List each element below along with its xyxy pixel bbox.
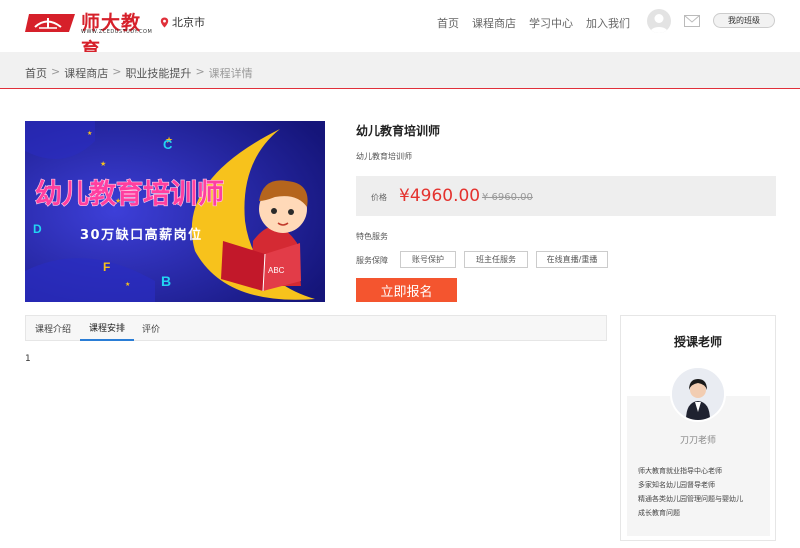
breadcrumb-separator: > xyxy=(51,65,61,78)
nav-item-home[interactable]: 首页 xyxy=(437,15,459,31)
breadcrumb-current: 课程详情 xyxy=(208,67,253,80)
user-avatar-icon[interactable] xyxy=(647,9,671,33)
city-selector[interactable]: 北京市 xyxy=(160,14,205,30)
star-icon: ★ xyxy=(87,130,92,137)
banner-illustration: ★ ★ ★ ★ ★ ★ C D F B ABC 幼儿教育培训师 30万缺口高薪岗… xyxy=(25,121,325,302)
guarantee-label: 服务保障 xyxy=(356,256,388,265)
book-letters: ABC xyxy=(268,266,285,275)
tag-head-teacher-service: 班主任服务 xyxy=(464,251,528,268)
star-icon: ★ xyxy=(100,160,106,168)
price-box: 价格 ¥4960.00 ¥ 6960.00 xyxy=(356,176,776,216)
breadcrumb-bar: 首页 > 课程商店 > 职业技能提升 > 课程详情 xyxy=(0,52,800,89)
signup-button[interactable]: 立即报名 xyxy=(356,278,457,302)
breadcrumb-separator: > xyxy=(195,65,205,78)
letter-c: C xyxy=(163,137,173,152)
location-pin-icon xyxy=(160,17,169,27)
mail-icon[interactable] xyxy=(684,15,700,27)
teacher-portrait-icon xyxy=(672,368,724,420)
nav-item-join-us[interactable]: 加入我们 xyxy=(586,15,630,31)
tab-content: 1 xyxy=(25,354,31,364)
star-icon: ★ xyxy=(225,186,230,193)
teacher-desc-line: 多家知名幼儿园督导老师 xyxy=(638,481,715,489)
teacher-name: 刀刀老师 xyxy=(679,436,716,446)
breadcrumb: 首页 > 课程商店 > 职业技能提升 > 课程详情 xyxy=(25,65,253,81)
star-icon: ★ xyxy=(125,281,130,288)
teacher-photo xyxy=(670,366,726,422)
course-tabs: 课程介绍 课程安排 评价 xyxy=(25,315,607,341)
tab-reviews[interactable]: 评价 xyxy=(134,316,168,341)
original-price: ¥ 6960.00 xyxy=(482,192,533,203)
logo-mark-icon xyxy=(25,14,75,32)
breadcrumb-vocational-skills[interactable]: 职业技能提升 xyxy=(125,65,191,81)
letter-f: F xyxy=(103,260,110,274)
teacher-card: 授课老师 刀刀老师 师大教育就业指导中心老师 多家知名幼儿园督导老师 精通各类幼… xyxy=(620,315,776,541)
logo-url: WWW.ZCEDUSTUDY.COM xyxy=(81,29,153,35)
site-header: 师大教育 WWW.ZCEDUSTUDY.COM 北京市 首页 课程商店 学习中心… xyxy=(0,0,800,61)
breadcrumb-home[interactable]: 首页 xyxy=(25,65,47,81)
main-nav: 首页 课程商店 学习中心 加入我们 xyxy=(437,15,630,31)
banner-title: 幼儿教育培训师 xyxy=(35,178,224,210)
site-logo[interactable]: 师大教育 WWW.ZCEDUSTUDY.COM xyxy=(25,10,155,61)
tag-live-replay: 在线直播/重播 xyxy=(536,251,608,268)
tag-account-protection: 账号保护 xyxy=(400,251,456,268)
course-banner-image: ★ ★ ★ ★ ★ ★ C D F B ABC 幼儿教育培训师 30万缺口高薪岗… xyxy=(25,121,325,302)
tab-course-schedule[interactable]: 课程安排 xyxy=(80,316,134,341)
course-title: 幼儿教育培训师 xyxy=(356,124,441,138)
course-subtitle: 幼儿教育培训师 xyxy=(356,152,412,161)
teacher-description: 师大教育就业指导中心老师 多家知名幼儿园督导老师 精通各类幼儿园管理问题与婴幼儿… xyxy=(638,464,766,520)
letter-d: D xyxy=(33,222,42,236)
teacher-heading: 授课老师 xyxy=(673,335,722,349)
breadcrumb-course-store[interactable]: 课程商店 xyxy=(64,65,108,81)
current-price: ¥4960.00 xyxy=(399,186,481,206)
banner-subtitle: 30万缺口高薪岗位 xyxy=(80,227,203,243)
tab-course-intro[interactable]: 课程介绍 xyxy=(26,316,80,341)
price-label: 价格 xyxy=(371,193,387,202)
nav-item-course-store[interactable]: 课程商店 xyxy=(472,15,516,31)
teacher-desc-line: 精通各类幼儿园管理问题与婴幼儿 xyxy=(638,495,743,503)
teacher-desc-line: 师大教育就业指导中心老师 xyxy=(638,467,722,475)
features-label: 特色服务 xyxy=(356,232,388,241)
letter-b: B xyxy=(161,273,171,289)
my-class-button[interactable]: 我的班级 xyxy=(713,13,775,28)
teacher-desc-line: 成长教育问题 xyxy=(638,509,680,517)
city-label: 北京市 xyxy=(172,16,205,29)
breadcrumb-separator: > xyxy=(112,65,122,78)
avatar-silhouette-icon xyxy=(650,14,668,33)
nav-item-learning-center[interactable]: 学习中心 xyxy=(529,15,573,31)
